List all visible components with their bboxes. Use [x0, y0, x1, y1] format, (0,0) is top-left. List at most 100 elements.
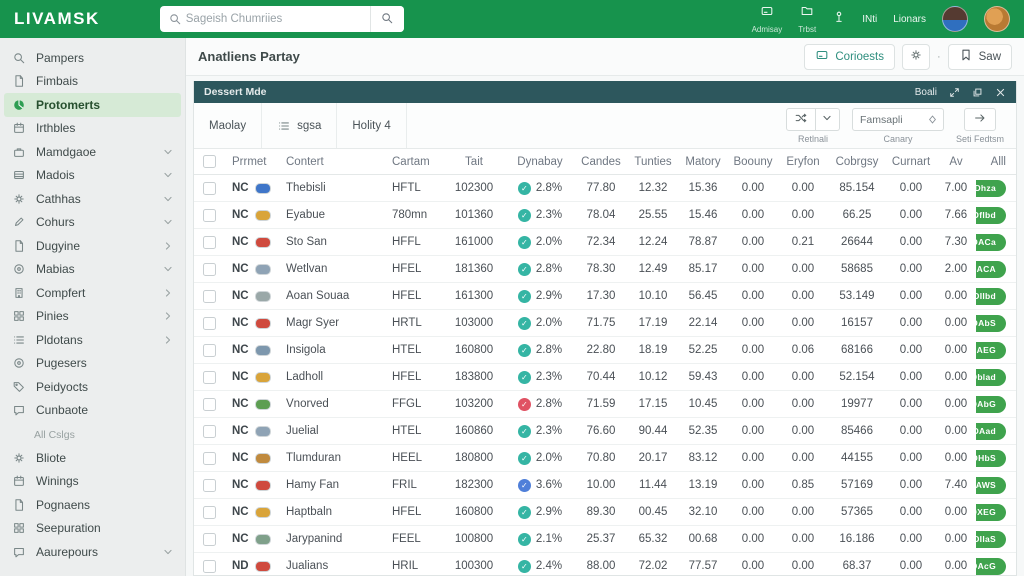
badge-value: 2.8%: [535, 182, 563, 194]
action-button[interactable]: DAbS: [976, 314, 1006, 332]
code-cell: HFFL: [392, 236, 421, 248]
chevron-down-icon: [161, 192, 175, 206]
sidebar-item-pinies[interactable]: Pinies: [0, 305, 185, 329]
avatar[interactable]: [942, 6, 968, 32]
search-button[interactable]: [369, 6, 404, 32]
nav-action-signal[interactable]: [832, 10, 846, 29]
sidebar-item-pampers[interactable]: Pampers: [0, 46, 185, 70]
action-button[interactable]: Dblad: [976, 368, 1006, 386]
action-button[interactable]: Dflbd: [976, 206, 1006, 224]
sidebar-item-cunbaote[interactable]: Cunbaote: [0, 399, 185, 423]
sidebar-item-cathhas[interactable]: Cathhas: [0, 187, 185, 211]
row-checkbox[interactable]: [202, 208, 216, 222]
name-cell[interactable]: Vnorved: [282, 398, 384, 410]
name-cell[interactable]: Insigola: [282, 344, 384, 356]
row-checkbox[interactable]: [202, 478, 216, 492]
sidebar-item-protomerts[interactable]: Protomerts: [4, 93, 181, 117]
column-header: Eryfon: [786, 155, 820, 168]
sidebar-item-aaurepours[interactable]: Aaurepours: [0, 540, 185, 564]
action-button[interactable]: DAEG: [976, 341, 1006, 359]
action-button[interactable]: DACA: [976, 260, 1006, 278]
action-button[interactable]: DACa: [976, 233, 1006, 251]
action-button[interactable]: DAad: [976, 422, 1006, 440]
badge-cell: ✓ 2.8%: [506, 262, 574, 276]
search-icon: [12, 50, 27, 65]
name-cell[interactable]: Ladholl: [282, 371, 384, 383]
save-button[interactable]: Saw: [947, 43, 1012, 70]
sidebar-item-mamdgaoe[interactable]: Mamdgaoe: [0, 140, 185, 164]
action-button[interactable]: Dhza: [976, 179, 1006, 197]
sidebar-item-madois[interactable]: Madois: [0, 164, 185, 188]
row-checkbox[interactable]: [202, 559, 216, 573]
row-checkbox[interactable]: [202, 397, 216, 411]
nav-action-folder[interactable]: Trbst: [798, 4, 816, 34]
row-checkbox[interactable]: [202, 532, 216, 546]
sidebar-item-mabias[interactable]: Mabias: [0, 258, 185, 282]
filter-input[interactable]: [859, 113, 920, 126]
expand-icon[interactable]: [949, 87, 960, 98]
sidebar-item-bliote[interactable]: Bliote: [0, 446, 185, 470]
position-control: Seti Fedtsm: [956, 108, 1004, 144]
name-cell[interactable]: Tlumduran: [282, 452, 384, 464]
row-checkbox[interactable]: [202, 370, 216, 384]
close-icon[interactable]: [995, 87, 1006, 98]
badge-value: 2.4%: [535, 560, 563, 572]
avatar[interactable]: [984, 6, 1010, 32]
sidebar-item-seepuration[interactable]: Seepuration: [0, 517, 185, 541]
name-cell[interactable]: Jarypanind: [282, 533, 384, 545]
action-button[interactable]: DXEG: [976, 503, 1006, 521]
row-checkbox[interactable]: [202, 505, 216, 519]
row-checkbox-cell: [194, 208, 224, 222]
action-button[interactable]: DIlbd: [976, 287, 1006, 305]
sidebar-item-dugyine[interactable]: Dugyine: [0, 234, 185, 258]
name-cell[interactable]: Juelial: [282, 425, 384, 437]
contacts-button[interactable]: Corioests: [804, 43, 895, 70]
row-checkbox[interactable]: [202, 262, 216, 276]
sidebar-item-cohurs[interactable]: Cohurs: [0, 211, 185, 235]
nav-action-cards[interactable]: Admisay: [752, 4, 782, 34]
name-cell[interactable]: Thebisli: [282, 182, 384, 194]
row-checkbox[interactable]: [202, 424, 216, 438]
toolbar-item-sgsa[interactable]: sgsa: [262, 103, 338, 148]
filter-input-wrap[interactable]: [851, 108, 944, 131]
row-checkbox[interactable]: [202, 451, 216, 465]
sidebar-item-peidyocts[interactable]: Peidyocts: [0, 375, 185, 399]
sidebar-item-fimbais[interactable]: Fimbais: [0, 70, 185, 94]
action-button[interactable]: DIlaS: [976, 530, 1006, 548]
row-checkbox[interactable]: [202, 181, 216, 195]
action-button[interactable]: DAbG: [976, 395, 1006, 413]
name-cell[interactable]: Hamy Fan: [282, 479, 384, 491]
badge-value: 2.0%: [535, 236, 563, 248]
action-button[interactable]: DAWS: [976, 476, 1006, 494]
search-input[interactable]: [185, 13, 370, 25]
shuffle-button[interactable]: [785, 108, 816, 131]
settings-button[interactable]: [901, 43, 930, 70]
toolbar-item-holity[interactable]: Holity 4: [337, 103, 407, 148]
name-cell[interactable]: Magr Syer: [282, 317, 384, 329]
row-checkbox[interactable]: [202, 235, 216, 249]
sidebar-item-irthbles[interactable]: Irthbles: [0, 117, 185, 141]
sidebar-item-winings[interactable]: Winings: [0, 470, 185, 494]
action-button[interactable]: DHbS: [976, 449, 1006, 467]
global-search[interactable]: [159, 6, 404, 32]
name-cell[interactable]: Haptbaln: [282, 506, 384, 518]
name-cell[interactable]: Wetlvan: [282, 263, 384, 275]
sidebar-item-pldotans[interactable]: Pldotans: [0, 328, 185, 352]
sidebar-item-compfert[interactable]: Compfert: [0, 281, 185, 305]
dropdown-button[interactable]: [815, 108, 840, 131]
row-checkbox[interactable]: [202, 289, 216, 303]
sidebar-item-pugesers[interactable]: Pugesers: [0, 352, 185, 376]
arrow-right-button[interactable]: [963, 108, 996, 131]
flag-icon: [254, 506, 271, 518]
action-button[interactable]: DAcG: [976, 557, 1006, 575]
select-all-checkbox[interactable]: [202, 155, 216, 168]
row-checkbox[interactable]: [202, 316, 216, 330]
name-cell[interactable]: Aoan Souaa: [282, 290, 384, 302]
name-cell[interactable]: Eyabue: [282, 209, 384, 221]
name-cell[interactable]: Jualians: [282, 560, 384, 572]
name-cell[interactable]: Sto San: [282, 236, 384, 248]
sidebar-item-pognaens[interactable]: Pognaens: [0, 493, 185, 517]
row-checkbox[interactable]: [202, 343, 216, 357]
restore-icon[interactable]: [972, 87, 983, 98]
toolbar-item-maolay[interactable]: Maolay: [194, 103, 263, 148]
